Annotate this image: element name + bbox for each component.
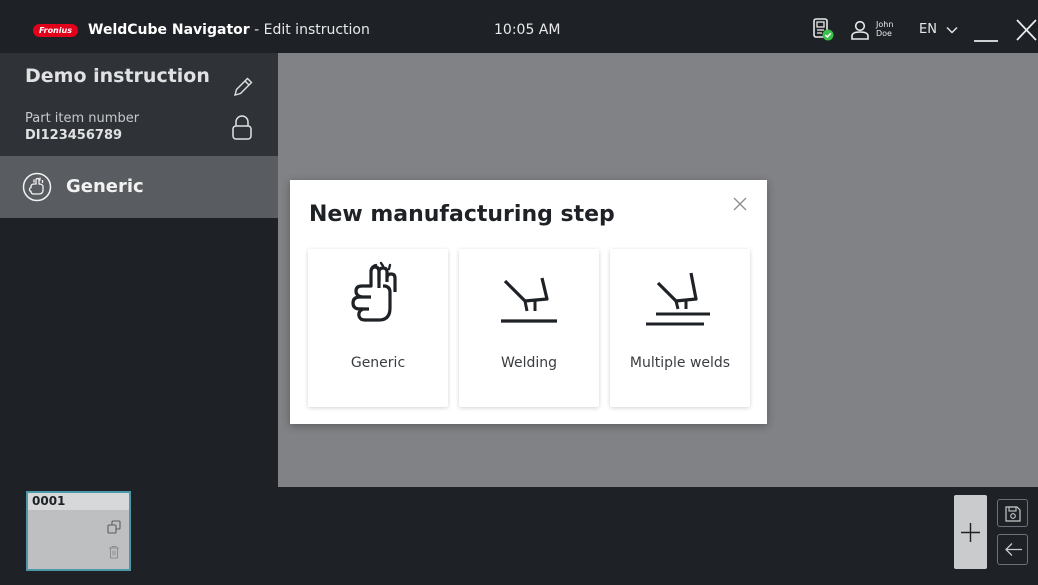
title-bar: Fronius WeldCube Navigator - Edit instru… bbox=[0, 8, 1038, 53]
trash-icon[interactable] bbox=[108, 545, 120, 559]
user-name[interactable]: John Doe bbox=[876, 20, 893, 38]
sidebar: Demo instruction Part item number DI1234… bbox=[0, 53, 278, 485]
hand-icon bbox=[351, 261, 397, 322]
sidebar-step-label: Generic bbox=[66, 176, 144, 197]
option-card-welding[interactable]: Welding bbox=[459, 249, 599, 407]
lock-icon[interactable] bbox=[231, 115, 253, 141]
instruction-header: Demo instruction Part item number DI1234… bbox=[0, 53, 278, 156]
user-icon[interactable] bbox=[850, 20, 870, 40]
device-connected-icon[interactable] bbox=[812, 18, 834, 42]
window-title: WeldCube Navigator - Edit instruction bbox=[88, 21, 370, 39]
option-label: Generic bbox=[350, 355, 406, 371]
save-button[interactable] bbox=[997, 499, 1028, 527]
pencil-icon[interactable] bbox=[231, 75, 255, 99]
sidebar-step-generic[interactable]: Generic bbox=[0, 156, 278, 218]
new-step-dialog: New manufacturing step Generic Welding M… bbox=[290, 180, 767, 424]
language-selector[interactable]: EN bbox=[919, 21, 937, 39]
welding-torch-icon bbox=[501, 277, 557, 323]
app-name: WeldCube Navigator bbox=[88, 22, 250, 38]
plus-icon bbox=[961, 523, 980, 542]
step-thumbnail[interactable]: 0001 bbox=[26, 491, 131, 571]
chevron-down-icon[interactable] bbox=[946, 26, 958, 34]
part-number-value: DI123456789 bbox=[25, 128, 123, 143]
fronius-logo: Fronius bbox=[33, 24, 78, 37]
hand-icon bbox=[22, 172, 52, 202]
user-last-name: Doe bbox=[876, 29, 892, 38]
clock: 10:05 AM bbox=[494, 22, 561, 38]
back-button[interactable] bbox=[997, 534, 1028, 565]
close-icon[interactable] bbox=[731, 195, 749, 213]
option-card-multiple-welds[interactable]: Multiple welds bbox=[610, 249, 750, 407]
part-number-label: Part item number bbox=[25, 111, 140, 126]
thumbnail-number: 0001 bbox=[32, 494, 66, 508]
thumbnail-header: 0001 bbox=[28, 493, 129, 510]
option-label: Multiple welds bbox=[629, 355, 731, 371]
arrow-left-icon bbox=[1005, 543, 1022, 556]
steps-strip: 0001 bbox=[0, 487, 1038, 585]
close-app-icon[interactable] bbox=[1015, 18, 1038, 42]
option-label: Welding bbox=[500, 355, 558, 371]
title-suffix: - Edit instruction bbox=[249, 22, 370, 38]
add-step-button[interactable] bbox=[954, 495, 987, 569]
save-icon bbox=[1005, 506, 1021, 522]
option-card-generic[interactable]: Generic bbox=[308, 249, 448, 407]
dialog-title: New manufacturing step bbox=[309, 202, 615, 227]
user-first-name: John bbox=[876, 20, 894, 29]
copy-icon[interactable] bbox=[107, 520, 121, 534]
instruction-title: Demo instruction bbox=[25, 65, 210, 87]
minimize-icon[interactable] bbox=[973, 19, 999, 43]
multiple-welds-icon bbox=[646, 272, 710, 326]
